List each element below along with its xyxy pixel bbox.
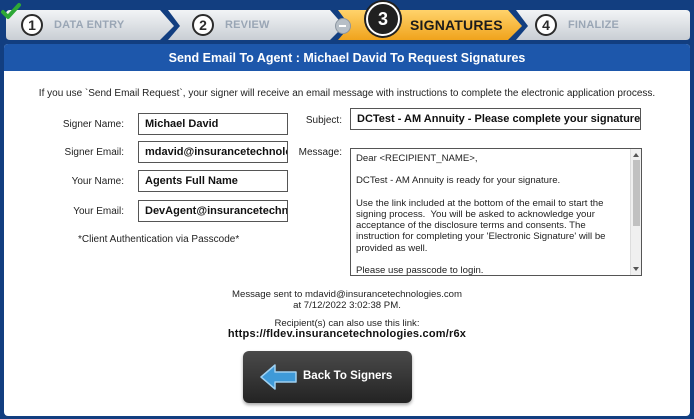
message-label: Message: [298,147,342,158]
subject-label: Subject: [305,115,342,126]
signer-email-field[interactable]: mdavid@insurancetechnologies.com [138,141,288,163]
step-2-label: REVIEW [225,19,270,31]
your-name-field[interactable]: Agents Full Name [138,170,288,192]
step-3-number: 3 [366,2,400,36]
step-4-label: FINALIZE [568,19,620,31]
scroll-up-arrow-icon[interactable] [633,153,639,157]
your-email-label: Your Email: [73,206,124,217]
message-scrollbar[interactable] [630,149,641,275]
back-to-signers-label: Back To Signers [303,370,393,382]
step-3-label: SIGNATURES [410,17,503,33]
your-email-field[interactable]: DevAgent@insurancetechnologies.com [138,200,288,222]
scroll-down-arrow-icon[interactable] [633,267,639,271]
signer-name-field[interactable]: Michael David [138,113,288,135]
signer-name-label: Signer Name: [62,119,124,130]
recipient-link[interactable]: https://fldev.insurancetechnologies.com/… [4,328,690,340]
step-2-number: 2 [192,14,214,36]
subject-field[interactable]: DCTest - AM Annuity - Please complete yo… [350,108,641,130]
check-icon [1,3,21,19]
auth-note: *Client Authentication via Passcode* [78,234,240,245]
message-text: Dear <RECIPIENT_NAME>, DCTest - AM Annui… [356,153,606,276]
step-1-number: 1 [21,14,43,36]
wizard-progress-bar: 1 DATA ENTRY 2 REVIEW 3 SIGNATURES 4 FIN… [0,0,694,44]
your-name-label: Your Name: [71,176,124,187]
panel-title: Send Email To Agent : Michael David To R… [4,44,690,71]
signer-email-label: Signer Email: [64,147,124,158]
message-textarea[interactable]: Dear <RECIPIENT_NAME>, DCTest - AM Annui… [350,148,642,276]
sent-line-1: Message sent to mdavid@insurancetechnolo… [232,289,462,300]
minus-circle-icon [335,18,351,34]
back-to-signers-button[interactable]: Back To Signers [243,351,412,403]
step-1-label: DATA ENTRY [54,19,125,31]
intro-text: If you use `Send Email Request`, your si… [38,88,656,99]
step-4-number: 4 [535,14,557,36]
sent-line-2: at 7/12/2022 3:02:38 PM. [293,299,401,311]
back-arrow-icon [260,364,297,390]
send-email-panel: Send Email To Agent : Michael David To R… [4,44,690,416]
sent-confirmation: Message sent to mdavid@insurancetechnolo… [4,289,690,311]
scroll-thumb[interactable] [633,160,640,226]
